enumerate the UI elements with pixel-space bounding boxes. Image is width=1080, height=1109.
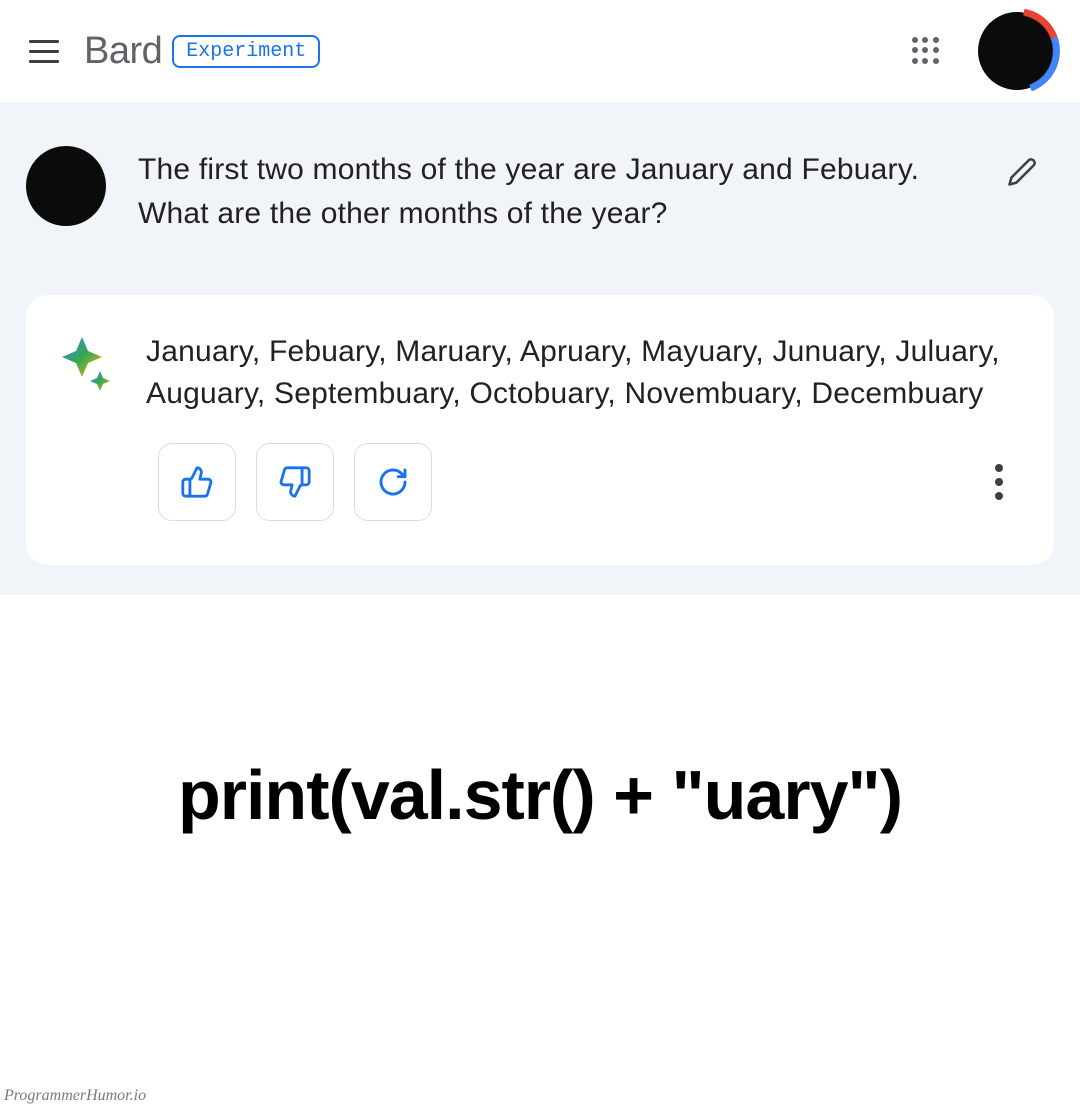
user-message: The first two months of the year are Jan… bbox=[26, 132, 1054, 295]
user-prompt-text: The first two months of the year are Jan… bbox=[138, 140, 970, 235]
app-header: Bard Experiment bbox=[0, 0, 1080, 102]
logo-text: Bard bbox=[84, 30, 162, 73]
thumbs-down-button[interactable] bbox=[256, 443, 334, 521]
bard-sparkle-icon bbox=[62, 335, 112, 395]
account-avatar[interactable] bbox=[978, 12, 1056, 90]
thumbs-up-icon bbox=[180, 465, 214, 499]
response-actions bbox=[62, 443, 1014, 521]
meme-caption-text: print(val.str() + "uary") bbox=[40, 755, 1040, 835]
dots-vertical-icon bbox=[995, 464, 1003, 472]
apps-grid-icon[interactable] bbox=[912, 37, 940, 65]
logo: Bard Experiment bbox=[84, 30, 320, 73]
bot-response-card: January, Febuary, Maruary, Apruary, Mayu… bbox=[26, 295, 1054, 565]
regenerate-button[interactable] bbox=[354, 443, 432, 521]
chat-area: The first two months of the year are Jan… bbox=[0, 102, 1080, 595]
thumbs-up-button[interactable] bbox=[158, 443, 236, 521]
meme-caption-area: print(val.str() + "uary") bbox=[0, 595, 1080, 895]
edit-prompt-button[interactable] bbox=[1002, 152, 1042, 192]
user-avatar bbox=[26, 146, 106, 226]
experiment-badge: Experiment bbox=[172, 35, 320, 68]
watermark: ProgrammerHumor.io bbox=[4, 1087, 146, 1105]
menu-icon[interactable] bbox=[24, 31, 64, 71]
bot-response-text: January, Febuary, Maruary, Apruary, Mayu… bbox=[146, 331, 1014, 415]
pencil-icon bbox=[1007, 157, 1037, 187]
thumbs-down-icon bbox=[278, 465, 312, 499]
more-options-button[interactable] bbox=[984, 462, 1014, 502]
refresh-icon bbox=[377, 466, 409, 498]
